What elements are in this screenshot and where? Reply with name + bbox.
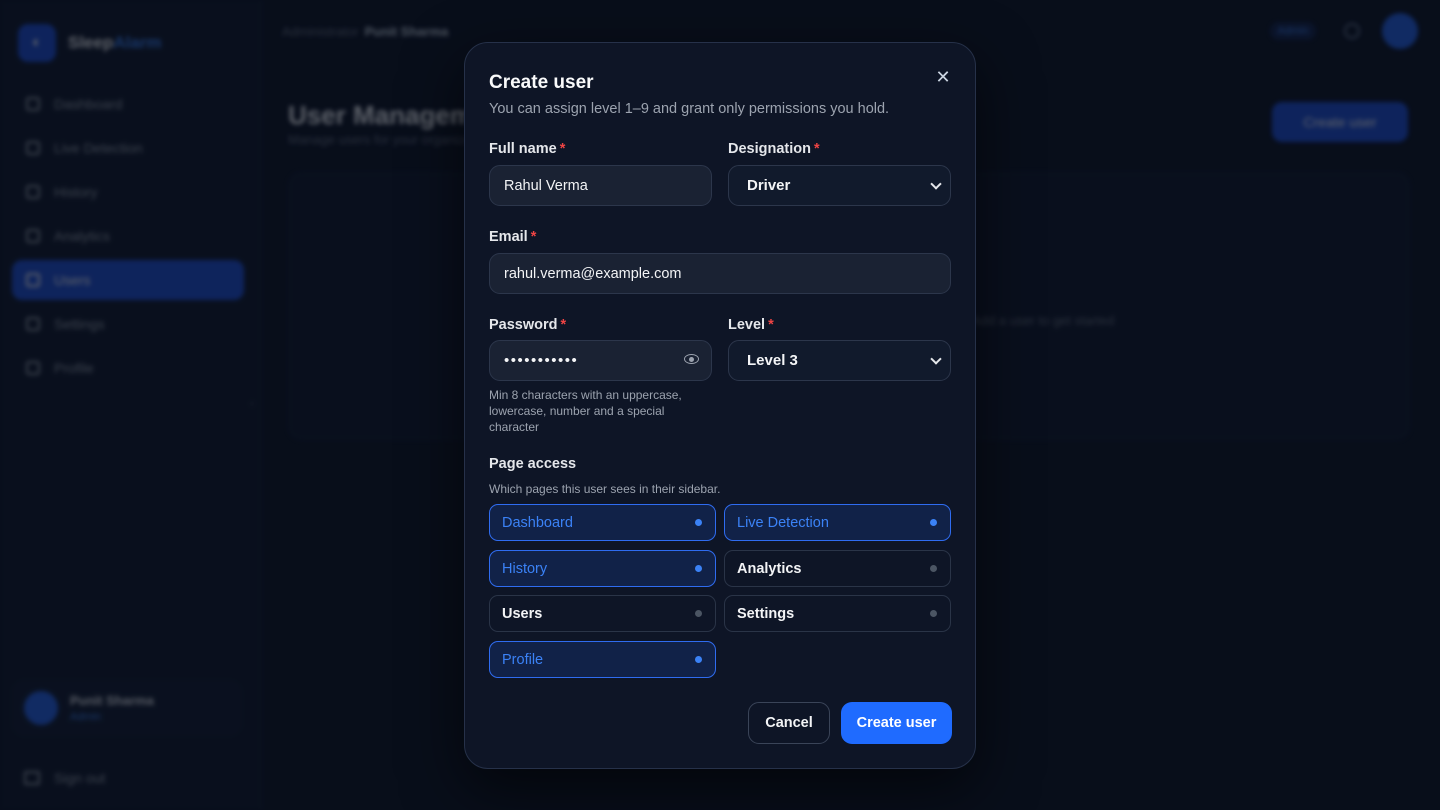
status-dot-icon [695, 519, 702, 526]
password-hint: Min 8 characters with an uppercase, lowe… [489, 388, 682, 434]
page-access-live-detection[interactable]: Live Detection [724, 504, 951, 541]
create-user-button[interactable]: Create user [841, 702, 952, 744]
password-input[interactable]: ••••••••••• [489, 340, 712, 381]
page-access-settings[interactable]: Settings [724, 595, 951, 632]
cancel-button[interactable]: Cancel [748, 702, 830, 744]
email-label: Email * [489, 229, 537, 245]
page-access-users[interactable]: Users [489, 595, 716, 632]
chevron-down-icon [930, 178, 942, 190]
level-label: Level * [728, 317, 774, 333]
level-select[interactable]: Level 3 [728, 340, 951, 381]
status-dot-icon [695, 656, 702, 663]
email-input[interactable]: rahul.verma@example.com [489, 253, 951, 294]
chevron-down-icon [930, 353, 942, 365]
create-user-dialog: Create user You can assign level 1–9 and… [464, 42, 976, 769]
designation-select[interactable]: Driver [728, 165, 951, 206]
dialog-subtitle: You can assign level 1–9 and grant only … [489, 101, 890, 117]
page-access-history[interactable]: History [489, 550, 716, 587]
status-dot-icon [930, 610, 937, 617]
status-dot-icon [930, 565, 937, 572]
status-dot-icon [695, 610, 702, 617]
page-access-profile[interactable]: Profile [489, 641, 716, 678]
status-dot-icon [695, 565, 702, 572]
page-access-analytics[interactable]: Analytics [724, 550, 951, 587]
eye-icon[interactable] [684, 354, 699, 364]
close-icon[interactable]: ✕ [931, 65, 955, 89]
page-access-title: Page access [489, 456, 577, 472]
full-name-input[interactable]: Rahul Verma [489, 165, 712, 206]
password-label: Password * [489, 317, 567, 333]
designation-label: Designation * [728, 141, 820, 157]
page-access-dashboard[interactable]: Dashboard [489, 504, 716, 541]
full-name-label: Full name * [489, 141, 566, 157]
dialog-title: Create user [489, 72, 594, 93]
status-dot-icon [930, 519, 937, 526]
page-access-subtitle: Which pages this user sees in their side… [489, 482, 721, 496]
